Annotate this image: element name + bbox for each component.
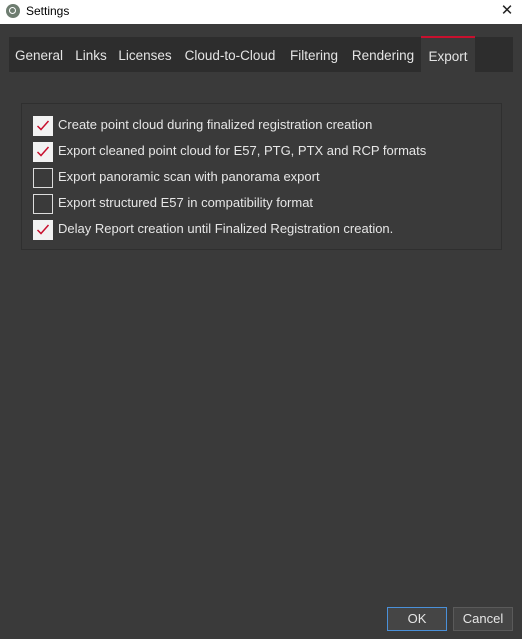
checkmark-icon <box>36 120 50 131</box>
export-options-panel: Create point cloud during finalized regi… <box>21 103 502 250</box>
checkmark-icon <box>36 224 50 235</box>
tab-cloud-to-cloud[interactable]: Cloud-to-Cloud <box>177 37 283 72</box>
tab-links[interactable]: Links <box>69 37 113 72</box>
checkmark-icon <box>36 146 50 157</box>
tab-export[interactable]: Export <box>421 36 475 72</box>
tab-licenses[interactable]: Licenses <box>113 37 177 72</box>
checkbox-create-point-cloud[interactable] <box>33 116 53 136</box>
app-logo-icon <box>6 4 20 18</box>
checkbox-export-cleaned-point-cloud[interactable] <box>33 142 53 162</box>
option-label: Export panoramic scan with panorama expo… <box>58 169 320 184</box>
window-title: Settings <box>26 4 70 18</box>
checkbox-export-panoramic-scan[interactable] <box>33 168 53 188</box>
close-icon[interactable]: ✕ <box>501 2 514 19</box>
option-label: Export cleaned point cloud for E57, PTG,… <box>58 143 427 158</box>
cancel-button[interactable]: Cancel <box>453 607 513 631</box>
tab-filtering[interactable]: Filtering <box>283 37 345 72</box>
title-bar: Settings ✕ <box>0 0 522 24</box>
ok-button[interactable]: OK <box>387 607 447 631</box>
tab-general[interactable]: General <box>9 37 69 72</box>
tab-bar: General Links Licenses Cloud-to-Cloud Fi… <box>9 36 513 72</box>
option-label: Export structured E57 in compatibility f… <box>58 195 314 210</box>
tab-rendering[interactable]: Rendering <box>345 37 421 72</box>
checkbox-export-structured-e57[interactable] <box>33 194 53 214</box>
checkbox-delay-report-creation[interactable] <box>33 220 53 240</box>
option-label: Delay Report creation until Finalized Re… <box>58 221 394 236</box>
close-button[interactable]: ✕ <box>492 0 522 24</box>
option-label: Create point cloud during finalized regi… <box>58 117 373 132</box>
